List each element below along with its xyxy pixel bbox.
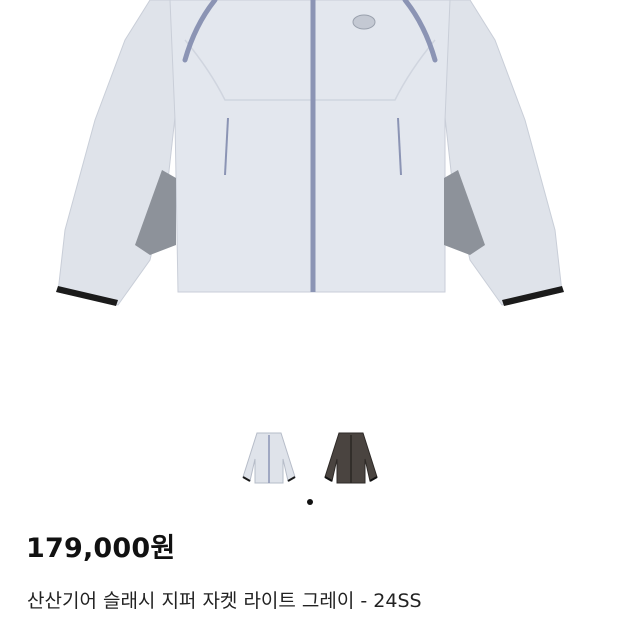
thumbnail-strip: [0, 430, 620, 486]
carousel-indicator: [0, 499, 620, 505]
product-title: 산산기어 슬래시 지퍼 자켓 라이트 그레이 - 24SS: [27, 590, 422, 612]
light-grey-jacket-thumb-icon: [242, 432, 296, 484]
thumbnail-brown[interactable]: [321, 430, 381, 486]
jacket-illustration: [56, 0, 564, 306]
product-main-image[interactable]: [0, 0, 620, 400]
product-price: 179,000원: [26, 533, 176, 564]
thumbnail-light-grey[interactable]: [239, 430, 299, 486]
brown-jacket-thumb-icon: [324, 432, 378, 484]
carousel-dot-active[interactable]: [307, 499, 313, 505]
